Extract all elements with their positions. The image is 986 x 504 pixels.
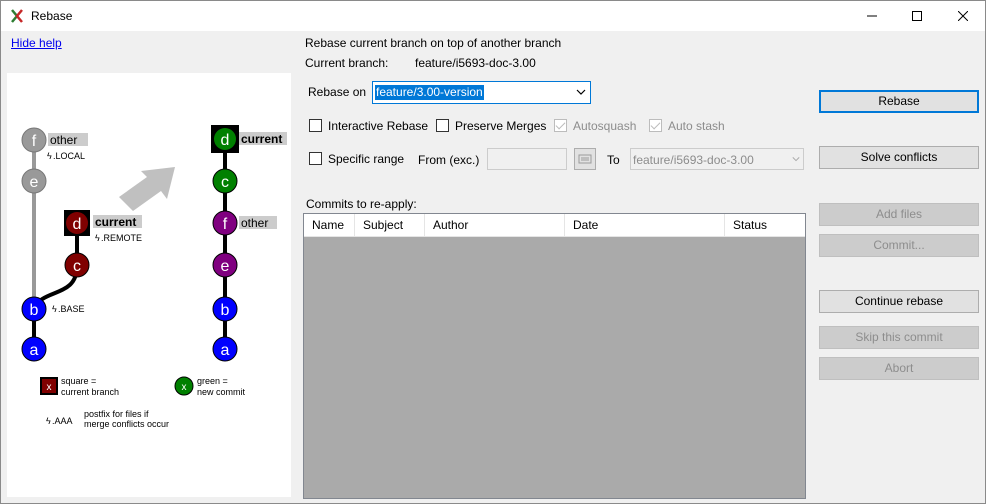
add-files-button[interactable]: Add files (819, 203, 979, 226)
chevron-down-icon (576, 89, 586, 95)
close-icon (958, 11, 968, 21)
column-header-name[interactable]: Name (304, 214, 355, 237)
legend-marker-text: x (182, 382, 187, 393)
solve-conflicts-button[interactable]: Solve conflicts (819, 146, 979, 169)
rebase-on-combo[interactable]: feature/3.00-version (372, 81, 591, 104)
node-label: current (95, 215, 136, 229)
select-commit-button[interactable] (574, 148, 596, 170)
interactive-rebase-checkbox[interactable] (309, 119, 322, 132)
hide-help-link[interactable]: Hide help (11, 36, 62, 50)
page-heading: Rebase current branch on top of another … (305, 36, 562, 50)
to-label: To (607, 153, 620, 167)
auto-stash-label: Auto stash (668, 119, 725, 133)
to-value: feature/i5693-doc-3.00 (633, 153, 754, 167)
auto-stash-checkbox[interactable] (649, 119, 662, 132)
node-letter: e (30, 174, 39, 191)
window-title: Rebase (31, 9, 73, 23)
title-bar: Rebase (1, 1, 985, 31)
current-branch-label: Current branch: (305, 56, 389, 70)
node-postfix: .BASE (58, 304, 85, 314)
node-postfix: .LOCAL (53, 151, 85, 161)
preserve-merges-label: Preserve Merges (455, 119, 547, 133)
bolt-icon: ϟ (46, 416, 51, 426)
legend-marker-text: x (47, 382, 52, 393)
specific-range-label: Specific range (328, 152, 405, 166)
node-postfix: .REMOTE (101, 233, 142, 243)
minimize-button[interactable] (849, 1, 895, 31)
node-letter: b (221, 302, 230, 319)
legend-text: square = (61, 376, 96, 386)
rebase-help-diagram: f other ϟ .LOCAL e d current ϟ .REMOTE c… (21, 125, 287, 429)
commits-grid[interactable]: Name Subject Author Date Status (303, 213, 806, 499)
column-header-subject[interactable]: Subject (355, 214, 425, 237)
rebase-on-label: Rebase on (308, 85, 367, 99)
bolt-icon: ϟ (47, 151, 52, 161)
maximize-icon (912, 11, 922, 21)
rebase-window: Rebase Hide help f other ϟ .LOCAL e d cu… (0, 0, 986, 504)
chevron-down-icon (792, 157, 800, 162)
node-label: other (241, 216, 268, 230)
node-label: current (241, 132, 282, 146)
abort-button[interactable]: Abort (819, 357, 979, 380)
continue-rebase-button[interactable]: Continue rebase (819, 290, 979, 313)
close-button[interactable] (940, 1, 986, 31)
node-letter: f (223, 216, 228, 233)
legend-text: current branch (61, 387, 119, 397)
minimize-icon (867, 15, 877, 17)
legend-marker-text: .AAA (52, 416, 73, 426)
current-branch-value: feature/i5693-doc-3.00 (415, 56, 536, 70)
commit-button[interactable]: Commit... (819, 234, 979, 257)
specific-range-checkbox[interactable] (309, 152, 322, 165)
autosquash-label: Autosquash (573, 119, 637, 133)
column-header-status[interactable]: Status (725, 214, 805, 237)
commit-list-icon (578, 154, 592, 164)
legend-text: merge conflicts occur (84, 419, 169, 429)
to-combo[interactable]: feature/i5693-doc-3.00 (630, 148, 804, 170)
node-letter: d (221, 132, 230, 149)
rebase-on-value: feature/3.00-version (375, 85, 484, 100)
node-letter: c (221, 174, 229, 191)
bolt-icon: ϟ (95, 233, 100, 243)
column-header-author[interactable]: Author (425, 214, 565, 237)
legend-text: postfix for files if (84, 409, 149, 419)
legend-text: new commit (197, 387, 246, 397)
node-letter: b (30, 302, 39, 319)
node-letter: a (30, 342, 39, 359)
legend-text: green = (197, 376, 228, 386)
interactive-rebase-label: Interactive Rebase (328, 119, 429, 133)
node-letter: e (221, 258, 230, 275)
skip-commit-button[interactable]: Skip this commit (819, 326, 979, 349)
autosquash-checkbox[interactable] (554, 119, 567, 132)
node-letter: a (221, 342, 230, 359)
column-header-date[interactable]: Date (565, 214, 725, 237)
preserve-merges-checkbox[interactable] (436, 119, 449, 132)
git-extensions-icon (11, 9, 23, 23)
maximize-button[interactable] (894, 1, 940, 31)
bolt-icon: ϟ (52, 304, 57, 314)
help-panel: f other ϟ .LOCAL e d current ϟ .REMOTE c… (7, 73, 291, 497)
commits-label: Commits to re-apply: (306, 197, 417, 211)
node-letter: d (73, 216, 82, 233)
node-label: other (50, 133, 77, 147)
from-label: From (exc.) (418, 153, 480, 167)
rebase-button[interactable]: Rebase (819, 90, 979, 113)
node-letter: f (32, 133, 37, 150)
rebase-arrow-icon (119, 167, 175, 211)
grid-header: Name Subject Author Date Status (304, 214, 805, 237)
from-input[interactable] (487, 148, 567, 170)
node-letter: c (73, 258, 81, 275)
